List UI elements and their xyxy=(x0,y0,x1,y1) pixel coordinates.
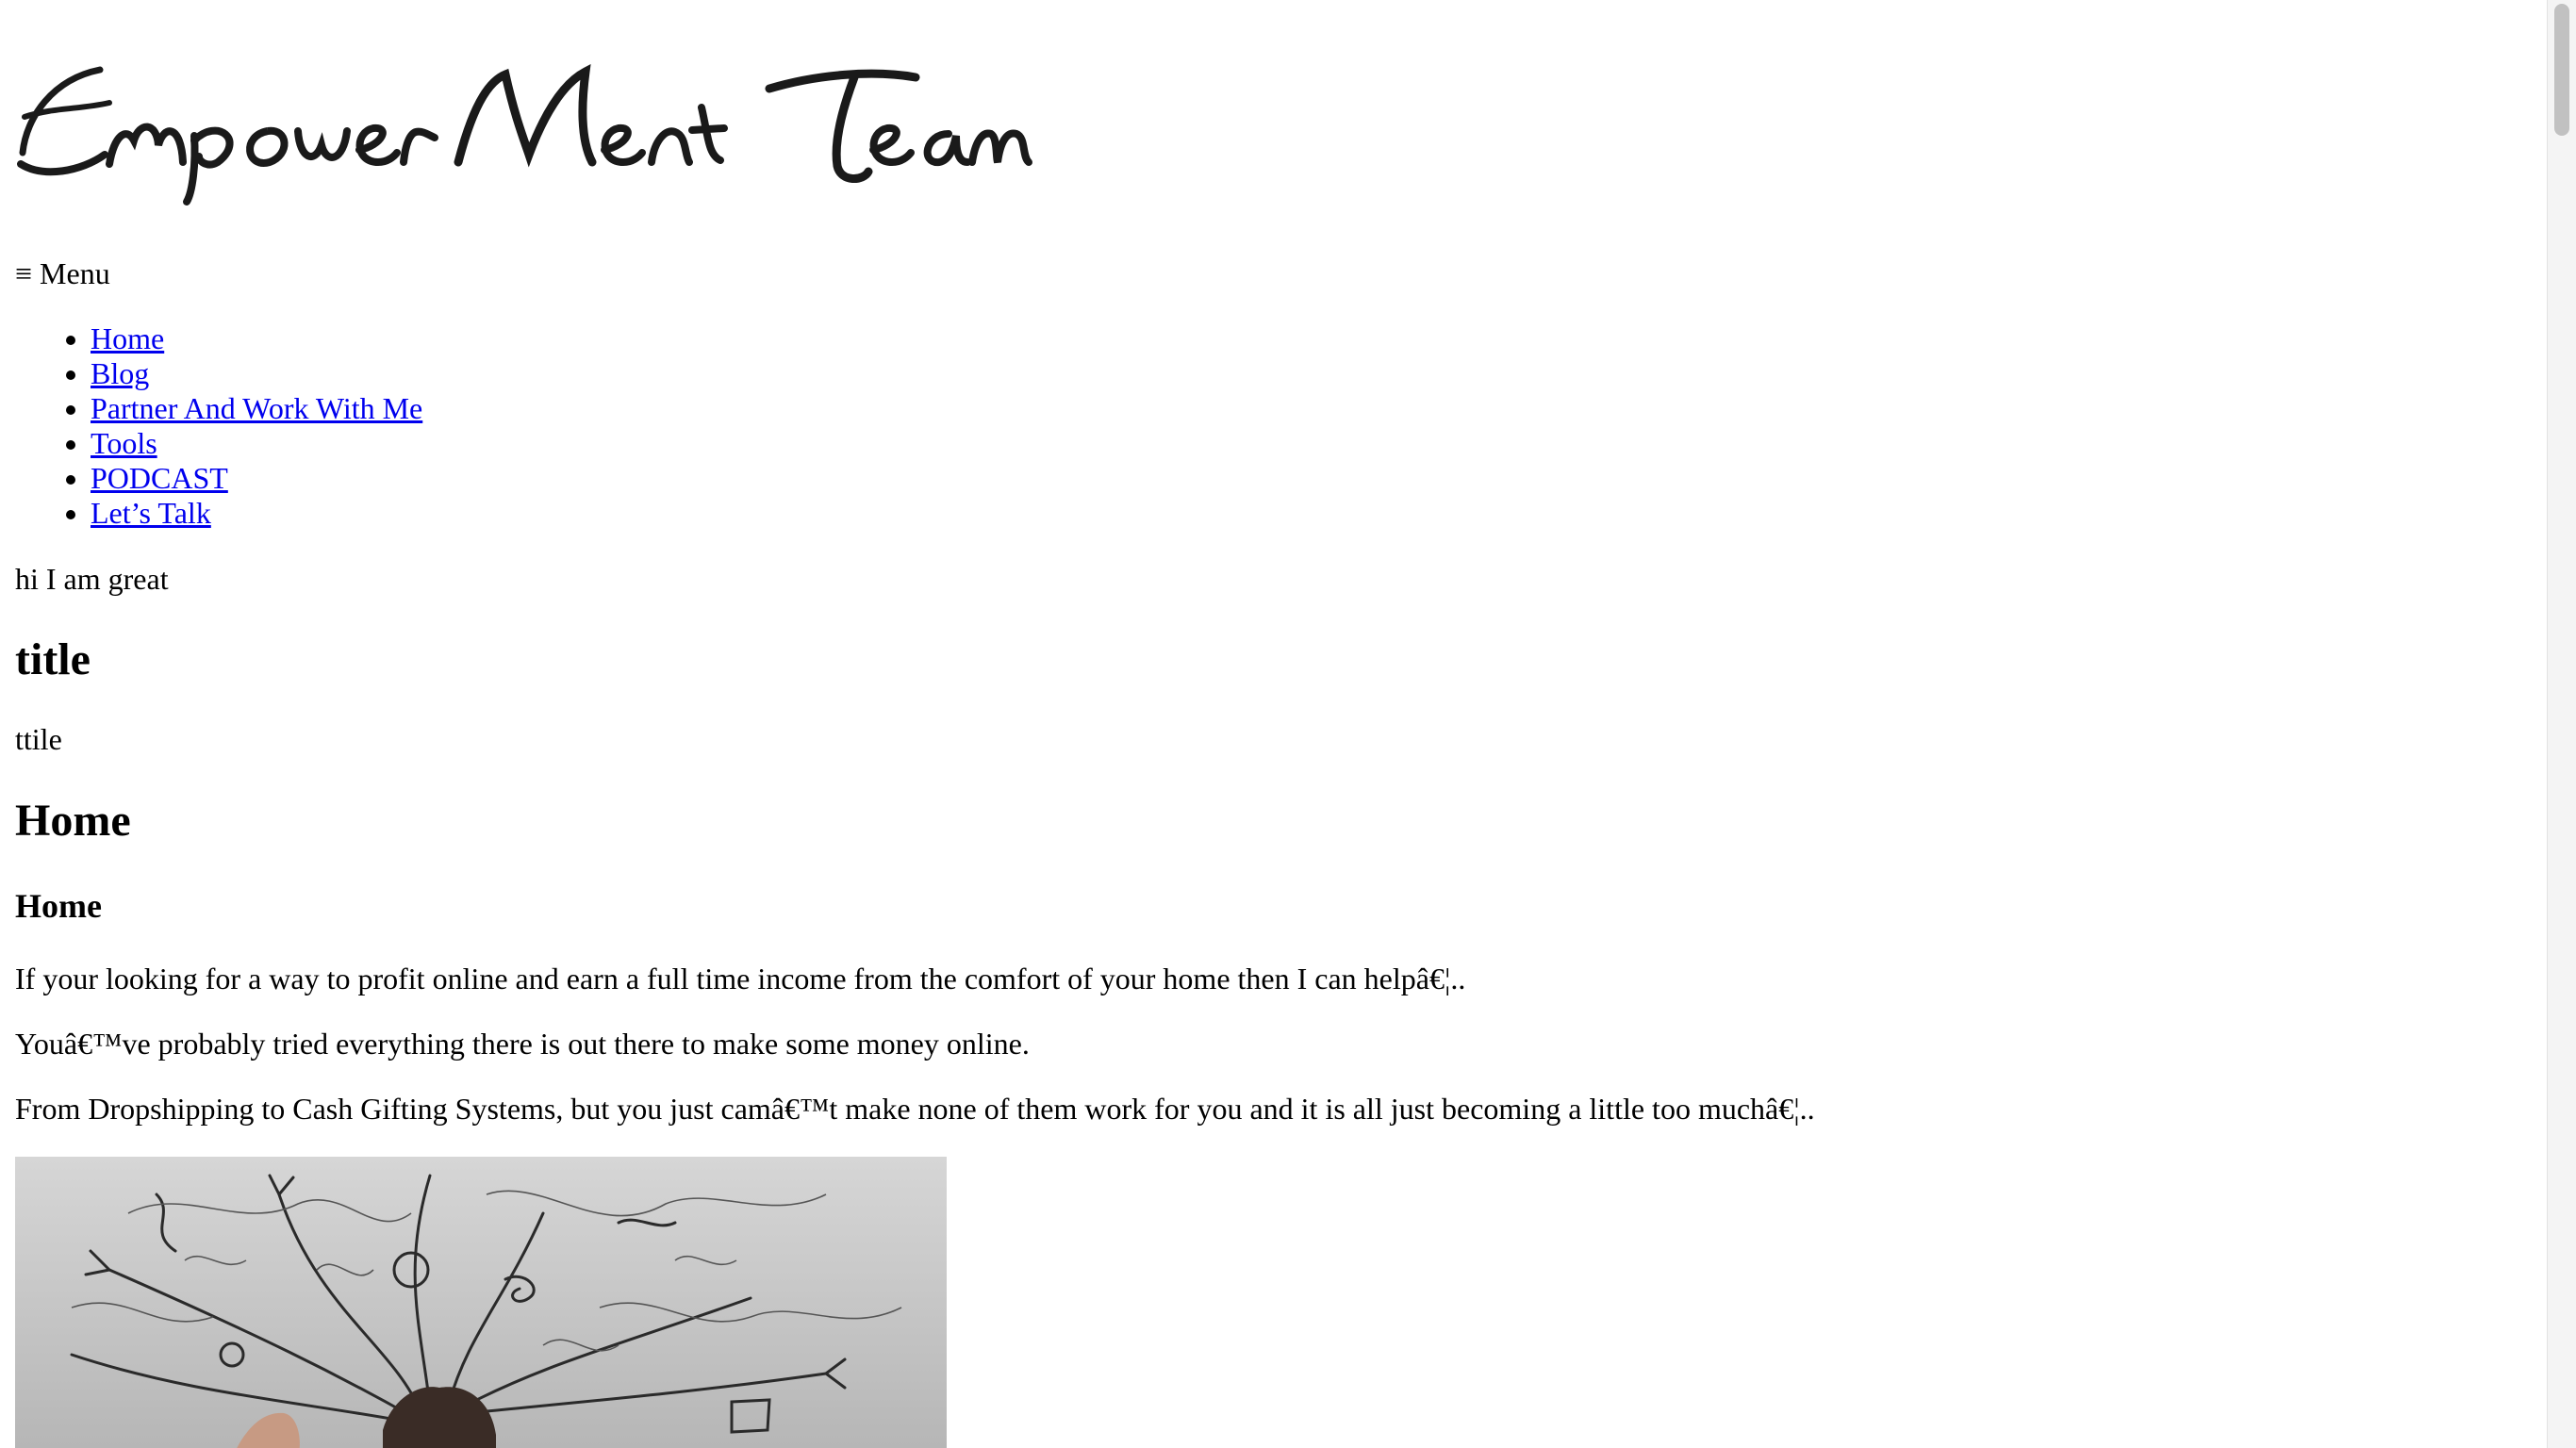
stressed-man-image xyxy=(15,1157,947,1448)
menu-toggle-label: Menu xyxy=(40,256,110,290)
nav-link-lets-talk[interactable]: Let’s Talk xyxy=(91,496,211,530)
intro-text: hi I am great xyxy=(15,562,169,596)
nav-item-partner: Partner And Work With Me xyxy=(91,391,422,426)
nav-link-podcast[interactable]: PODCAST xyxy=(91,461,228,495)
section-heading: Home xyxy=(15,887,102,925)
nav-item-home: Home xyxy=(91,321,422,356)
nav-link-blog[interactable]: Blog xyxy=(91,356,149,390)
paragraph-tried: Youâ€™ve probably tried everything there… xyxy=(15,1027,1030,1061)
paragraph-intro: If your looking for a way to profit onli… xyxy=(15,962,1466,996)
site-logo[interactable] xyxy=(15,51,1043,211)
nav-item-tools: Tools xyxy=(91,426,422,461)
scrollbar-thumb[interactable] xyxy=(2554,4,2569,136)
paragraph-dropshipping: From Dropshipping to Cash Gifting System… xyxy=(15,1092,1815,1126)
title-heading: title xyxy=(15,634,91,684)
nav-link-partner[interactable]: Partner And Work With Me xyxy=(91,391,422,425)
nav-item-lets-talk: Let’s Talk xyxy=(91,496,422,531)
vertical-scrollbar[interactable] xyxy=(2547,0,2576,1448)
nav-link-home[interactable]: Home xyxy=(91,321,164,355)
logo-wordmark-icon xyxy=(17,64,1032,206)
page: ≡ Menu Home Blog Partner And Work With M… xyxy=(0,0,2576,1448)
title-subtext: ttile xyxy=(15,722,62,756)
nav-item-podcast: PODCAST xyxy=(91,461,422,496)
menu-toggle-button[interactable]: ≡ Menu xyxy=(15,256,110,291)
main-navigation: Home Blog Partner And Work With Me Tools… xyxy=(15,321,422,531)
nav-link-tools[interactable]: Tools xyxy=(91,426,157,460)
page-title: Home xyxy=(15,796,131,846)
hamburger-icon: ≡ xyxy=(15,256,33,290)
stressed-man-with-scribbles-image-icon xyxy=(70,1174,902,1448)
nav-item-blog: Blog xyxy=(91,356,422,391)
